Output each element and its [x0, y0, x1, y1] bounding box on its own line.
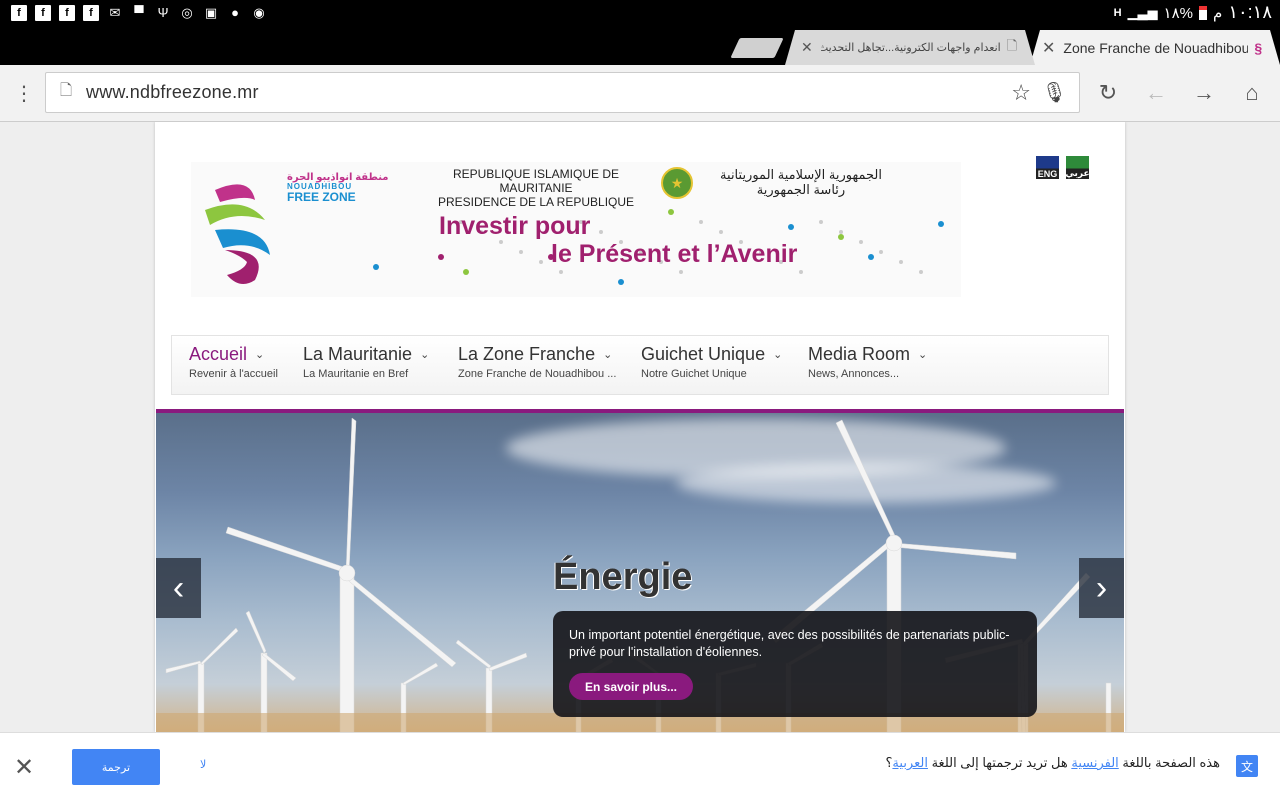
microphone-icon[interactable]: 🎙: [1042, 80, 1067, 105]
reload-icon[interactable]: ↻: [1092, 77, 1124, 109]
translate-msg-2: هل تريد ترجمتها إلى اللغة: [931, 755, 1068, 770]
lang-eng-label: ENG: [1037, 169, 1058, 179]
clock: ١٠:١٨: [1228, 2, 1272, 22]
nav-subtitle: Revenir à l'accueil: [189, 368, 278, 380]
wifi-icon: ◉: [253, 4, 265, 20]
slogan-line2: le Présent et l’Avenir: [551, 240, 798, 268]
nav-item-media[interactable]: Media Room ⌄ News, Annonces...: [808, 344, 927, 380]
source-language-link[interactable]: الفرنسية: [1071, 755, 1118, 770]
site-container: منطقة انواذيبو الحرة NOUADHIBOU FREE ZON…: [155, 122, 1125, 732]
header-banner: منطقة انواذيبو الحرة NOUADHIBOU FREE ZON…: [191, 162, 961, 297]
facebook-icon: f: [59, 4, 75, 21]
translate-message: هذه الصفحة باللغة الفرنسية هل تريد ترجمت…: [886, 755, 1220, 771]
whatsapp-icon: ◎: [181, 4, 193, 20]
ampm: م: [1213, 4, 1223, 22]
page-icon: 🗋: [1006, 37, 1018, 53]
nav-title: La Mauritanie: [303, 344, 413, 364]
chevron-down-icon: ⌄: [918, 349, 928, 361]
gov-ar-line1: الجمهورية الإسلامية الموريتانية: [720, 167, 882, 182]
browser-toolbar: ⋮ 🗋 www.ndbfreezone.mr ☆ 🎙 ↻ ← → ⌂: [0, 65, 1280, 122]
slider-prev-button[interactable]: ‹: [156, 558, 201, 618]
chevron-down-icon: ⌄: [255, 349, 265, 361]
freezone-logo[interactable]: [195, 170, 285, 290]
slide-text: Un important potentiel énergétique, avec…: [569, 628, 1010, 659]
translate-icon: 文: [1236, 755, 1258, 777]
gov-title-ar: الجمهورية الإسلامية الموريتانية رئاسة ال…: [711, 167, 891, 197]
tab-strip: ✕ Zone Franche de Nouadhibou § ✕ انعدام …: [0, 25, 1280, 65]
chevron-down-icon: ⌄: [420, 349, 430, 361]
lang-ar-label: عربي: [1065, 168, 1090, 178]
slide-caption: Un important potentiel énergétique, avec…: [553, 611, 1037, 717]
main-nav: Accueil ⌄ Revenir à l'accueil La Mauritan…: [171, 335, 1109, 395]
close-icon[interactable]: ✕: [1042, 38, 1055, 58]
facebook-icon: f: [83, 4, 99, 21]
read-more-button[interactable]: En savoir plus...: [569, 673, 693, 700]
gov-ar-line2: رئاسة الجمهورية: [756, 182, 846, 197]
menu-icon[interactable]: ⋮: [8, 77, 40, 109]
translate-msg-1: هذه الصفحة باللغة: [1122, 755, 1220, 770]
chevron-down-icon: ⌄: [773, 349, 783, 361]
star-icon[interactable]: ☆: [1011, 80, 1031, 106]
slogan-line1: Investir pour: [439, 212, 591, 240]
nav-title: Accueil: [189, 344, 248, 364]
tab-title: Zone Franche de Nouadhibou: [1063, 39, 1249, 56]
nav-item-guichet[interactable]: Guichet Unique ⌄ Notre Guichet Unique: [641, 344, 782, 380]
address-bar[interactable]: 🗋 www.ndbfreezone.mr ☆ 🎙: [45, 72, 1080, 113]
sync-icon: ●: [231, 5, 239, 20]
gov-fr-line1: REPUBLIQUE ISLAMIQUE DE MAURITANIE: [452, 167, 620, 195]
nav-title: La Zone Franche: [458, 344, 596, 364]
mail-icon: ✉: [109, 4, 121, 20]
home-icon[interactable]: ⌂: [1236, 77, 1268, 109]
tab-active[interactable]: ✕ Zone Franche de Nouadhibou §: [1030, 30, 1280, 65]
slider-next-button[interactable]: ›: [1079, 558, 1124, 618]
translate-bar: ✕ ترجمة لا هذه الصفحة باللغة الفرنسية هل…: [0, 732, 1280, 800]
gallery-icon: ▣: [204, 4, 218, 20]
nav-title: Media Room: [808, 344, 911, 364]
national-seal-icon: ★: [661, 167, 693, 199]
nav-item-accueil[interactable]: Accueil ⌄ Revenir à l'accueil: [189, 344, 278, 380]
status-bar: f f f f ✉ ▀ Ψ ◎ ▣ ● ◉ H ▁▃▅ ١٨% م ١٠:١٨: [0, 0, 1280, 25]
back-icon[interactable]: ←: [1140, 77, 1172, 109]
nav-title: Guichet Unique: [641, 344, 766, 364]
lang-eng-button[interactable]: ENG: [1036, 156, 1059, 179]
nav-item-mauritanie[interactable]: La Mauritanie ⌄ La Mauritanie en Bref: [303, 344, 429, 380]
nav-item-zone-franche[interactable]: La Zone Franche ⌄ Zone Franche de Nouadhi…: [458, 344, 616, 380]
signal-icon: ▁▃▅: [1127, 4, 1158, 20]
nav-subtitle: Zone Franche de Nouadhibou ...: [458, 368, 617, 380]
chevron-down-icon: ⌄: [603, 349, 613, 361]
facebook-icon: f: [11, 4, 27, 21]
forward-icon[interactable]: →: [1188, 77, 1220, 109]
favicon-icon: §: [1254, 39, 1263, 56]
tab-title: انعدام واجهات الكترونية...تجاهل التحديث …: [820, 42, 1001, 54]
new-tab-button[interactable]: [730, 38, 784, 58]
web-page: منطقة انواذيبو الحرة NOUADHIBOU FREE ZON…: [0, 122, 1280, 732]
target-language-link[interactable]: العربية: [892, 755, 928, 770]
lang-ar-button[interactable]: عربي: [1065, 156, 1090, 179]
nav-subtitle: La Mauritanie en Bref: [303, 368, 409, 380]
battery-icon: [1199, 5, 1208, 20]
page-icon: 🗋: [60, 82, 73, 99]
network-type: H: [1113, 6, 1122, 19]
tab-inactive[interactable]: ✕ انعدام واجهات الكترونية...تجاهل التحدي…: [785, 30, 1035, 65]
close-icon[interactable]: ✕: [801, 39, 813, 56]
close-icon[interactable]: ✕: [14, 753, 34, 782]
url-text[interactable]: www.ndbfreezone.mr: [86, 82, 259, 103]
battery-percent: ١٨%: [1163, 4, 1194, 22]
nav-subtitle: Notre Guichet Unique: [641, 368, 747, 380]
no-translate-button[interactable]: لا: [200, 758, 206, 771]
slide-title: Énergie: [553, 556, 693, 598]
hero-slider: ‹ › Énergie Un important potentiel énerg…: [156, 409, 1124, 732]
logo-freezone-text: FREE ZONE: [287, 190, 356, 204]
nav-subtitle: News, Annonces...: [808, 368, 900, 380]
chat-icon: ▀: [134, 5, 144, 20]
facebook-icon: f: [35, 4, 51, 21]
translate-button[interactable]: ترجمة: [72, 749, 160, 785]
usb-icon: Ψ: [157, 5, 169, 20]
